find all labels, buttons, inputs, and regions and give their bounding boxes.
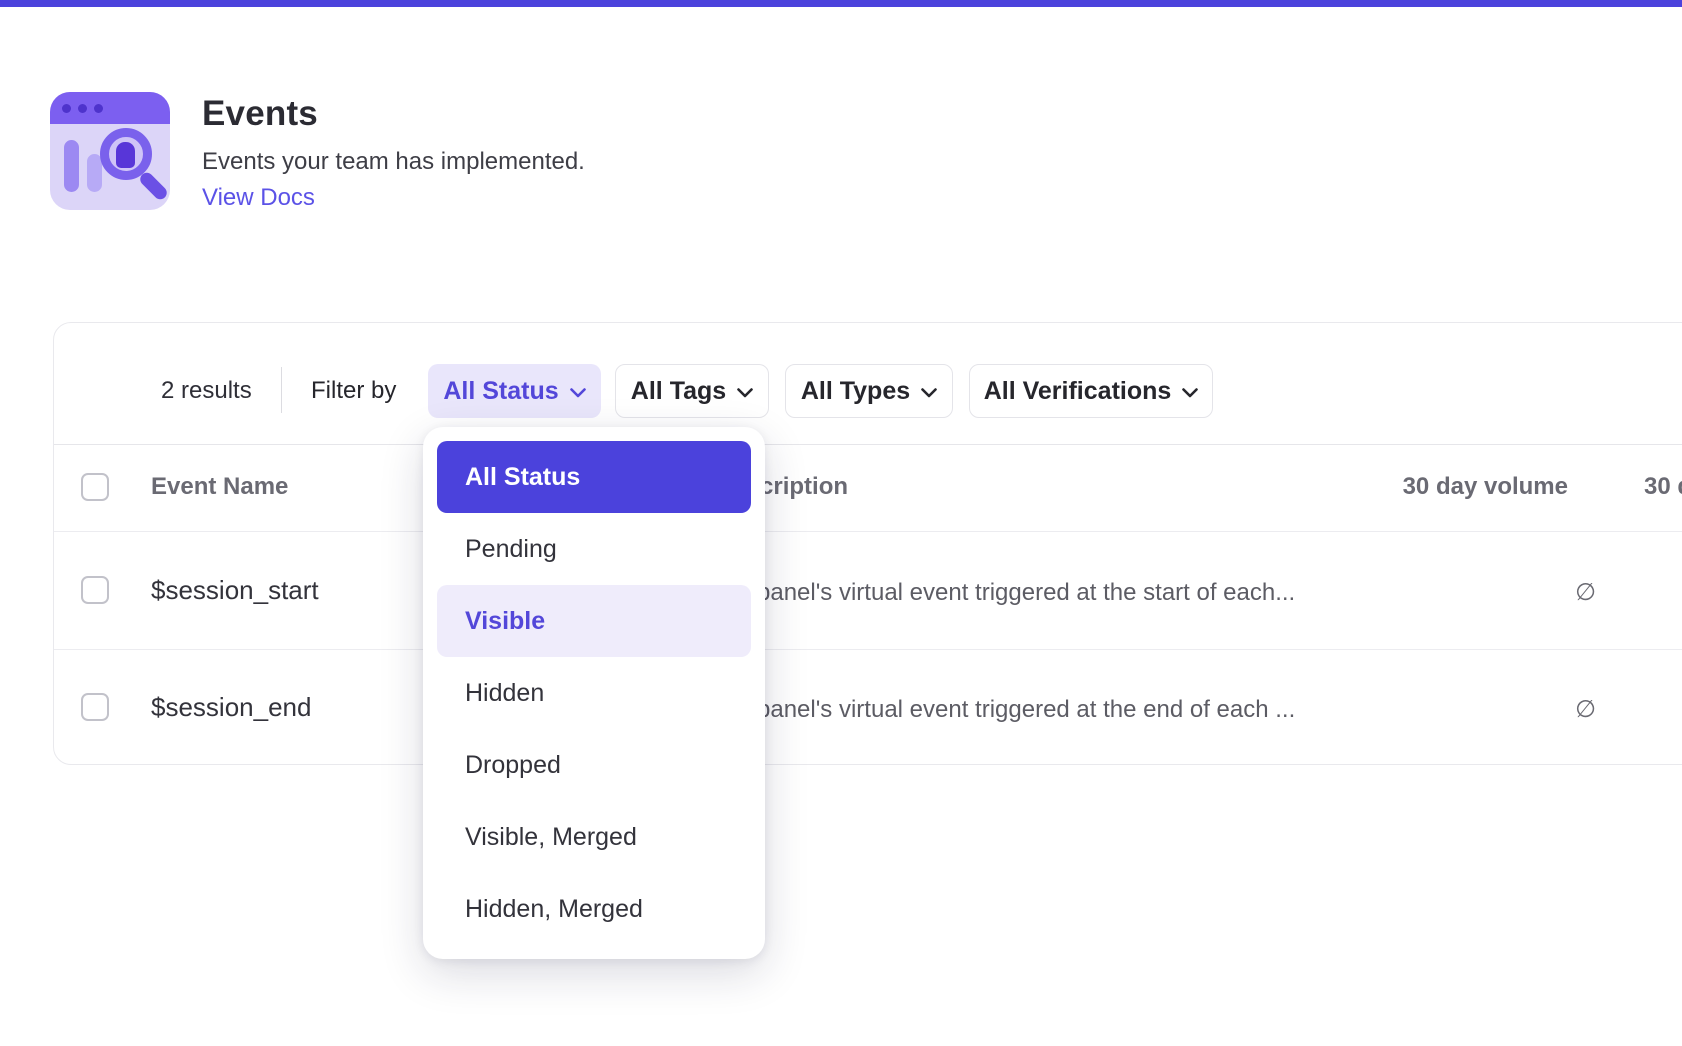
filter-all-status-button[interactable]: All Status [428,364,601,418]
select-all-checkbox[interactable] [81,473,109,501]
volume-value: ∅ [1436,695,1596,724]
chevron-down-icon [1182,388,1198,398]
row-checkbox[interactable] [81,576,109,604]
column-header-30-day-users-clipped[interactable]: 30 d [1644,473,1682,501]
event-description-cell: panel's virtual event triggered at the e… [757,696,1295,724]
filter-all-tags-label: All Tags [631,377,726,406]
events-illustration-icon [50,92,170,210]
filter-all-tags-button[interactable]: All Tags [615,364,769,418]
filter-all-verifications-label: All Verifications [984,377,1172,406]
menu-item-pending[interactable]: Pending [437,513,751,585]
chart-bar-icon [64,140,79,192]
magnifier-inner-icon [116,142,135,168]
toolbar-bottom-divider [54,444,1682,445]
volume-value: ∅ [1436,578,1596,607]
filter-all-status-label: All Status [443,377,558,406]
column-header-30-day-volume[interactable]: 30 day volume [1368,473,1568,501]
filter-all-types-label: All Types [801,377,910,406]
window-dot-icon [78,104,87,113]
menu-item-hidden[interactable]: Hidden [437,657,751,729]
events-card: 2 results Filter by All Status All Tags … [53,322,1682,765]
column-header-event-name[interactable]: Event Name [151,473,288,501]
menu-item-visible-merged[interactable]: Visible, Merged [437,801,751,873]
menu-item-all-status[interactable]: All Status [437,441,751,513]
event-name-cell[interactable]: $session_start [151,575,319,606]
chevron-down-icon [570,388,586,398]
magnifier-handle-icon [138,170,170,202]
filter-by-label: Filter by [311,377,396,405]
row-divider [54,649,1682,650]
menu-item-visible[interactable]: Visible [437,585,751,657]
menu-item-hidden-merged[interactable]: Hidden, Merged [437,873,751,945]
page-subtitle: Events your team has implemented. [202,148,585,176]
filter-all-verifications-button[interactable]: All Verifications [969,364,1213,418]
view-docs-link[interactable]: View Docs [202,184,315,212]
header-row-divider [54,531,1682,532]
chevron-down-icon [921,388,937,398]
toolbar-divider [281,367,282,413]
event-description-cell: panel's virtual event triggered at the s… [757,579,1295,607]
window-dot-icon [94,104,103,113]
filter-all-types-button[interactable]: All Types [785,364,953,418]
menu-item-dropped[interactable]: Dropped [437,729,751,801]
top-accent-bar [0,0,1682,7]
row-checkbox[interactable] [81,693,109,721]
results-count: 2 results [161,377,252,405]
chevron-down-icon [737,388,753,398]
window-dot-icon [62,104,71,113]
status-filter-dropdown: All Status Pending Visible Hidden Droppe… [423,427,765,959]
page-title: Events [202,94,318,134]
event-name-cell[interactable]: $session_end [151,692,311,723]
